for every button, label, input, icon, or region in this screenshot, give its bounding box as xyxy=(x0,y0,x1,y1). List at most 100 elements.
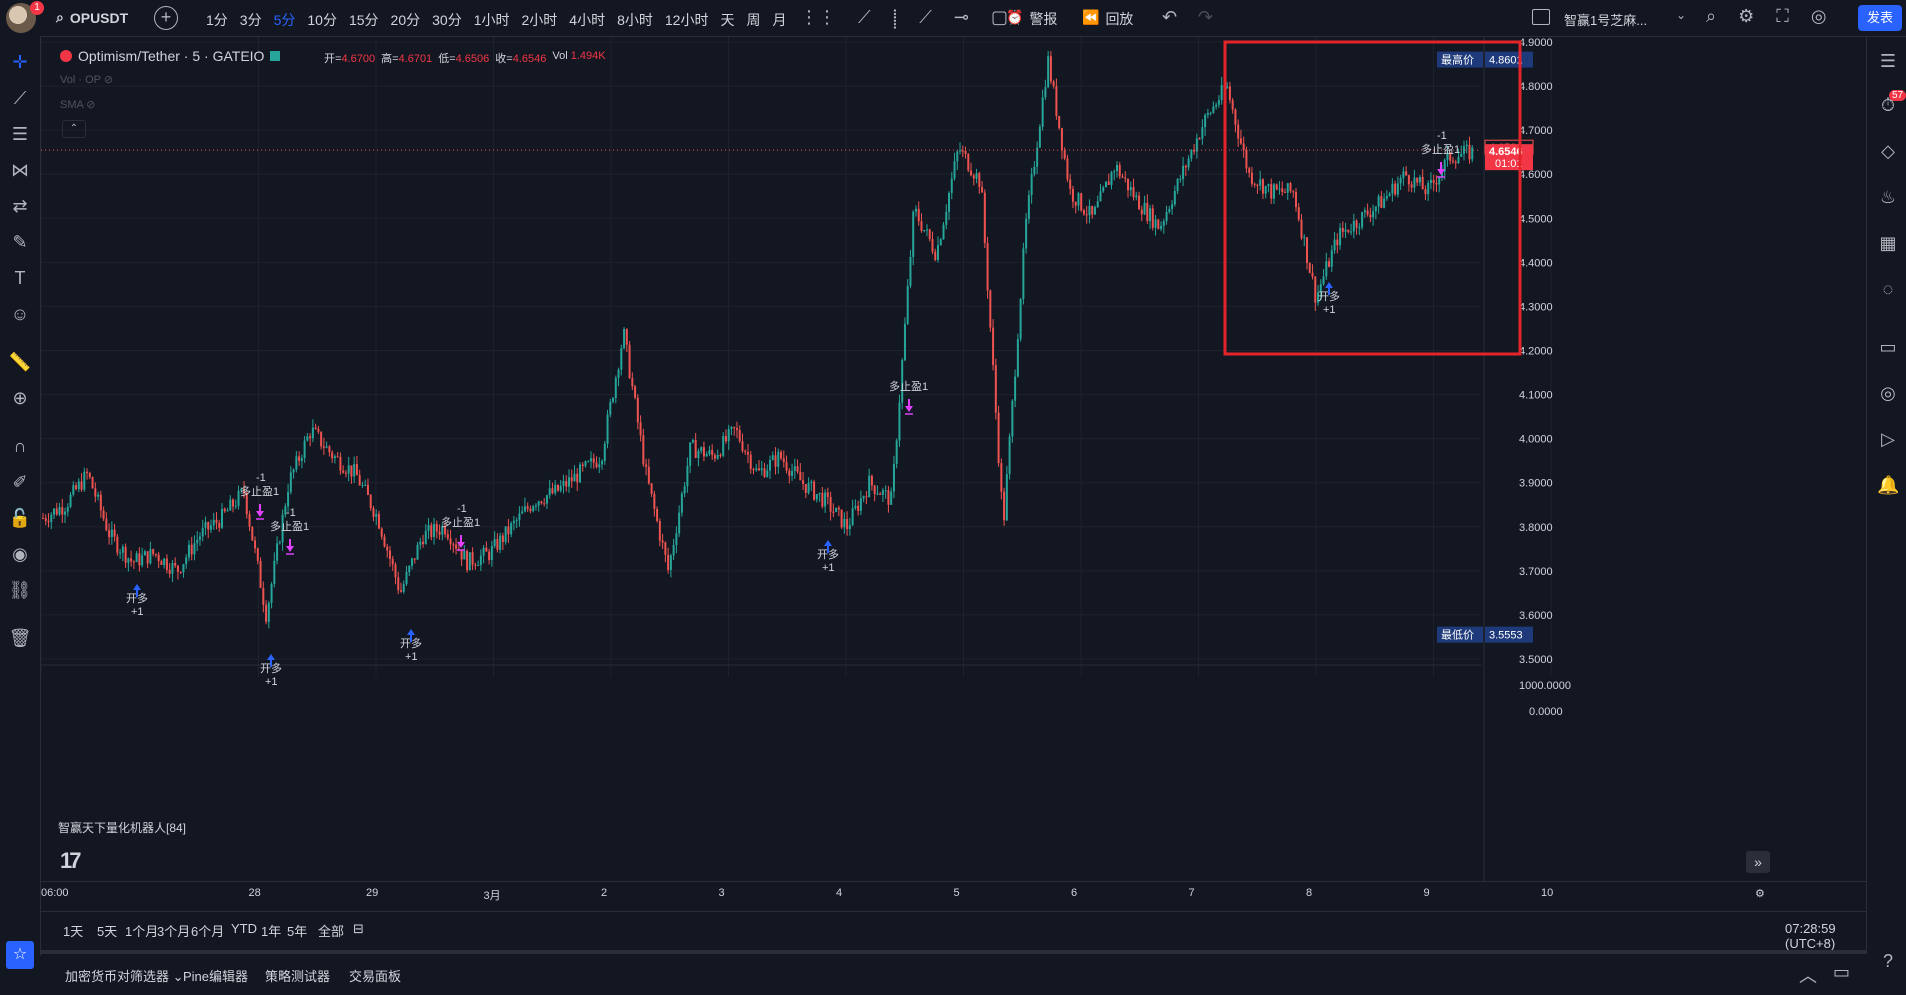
range-button-2[interactable]: 1个月 xyxy=(125,921,158,940)
trash-icon[interactable]: 🗑 xyxy=(8,626,32,650)
collapse-legend-button[interactable]: ⌃ xyxy=(62,120,86,138)
volume-indicator-label[interactable]: Vol · OP ⊘ xyxy=(60,73,113,86)
crosshair-icon[interactable]: ✛ xyxy=(8,50,32,74)
candle xyxy=(716,454,719,459)
chevron-down-icon[interactable]: ⌄ xyxy=(169,969,184,984)
interval-13[interactable]: 周 xyxy=(740,10,766,30)
trend-line-icon[interactable]: ⟋ xyxy=(919,7,932,31)
candle xyxy=(653,493,656,509)
layers-icon[interactable]: ◇ xyxy=(1877,140,1899,162)
candle xyxy=(110,529,113,538)
add-symbol-button[interactable]: + xyxy=(154,6,178,30)
interval-8[interactable]: 2小时 xyxy=(516,10,564,30)
alert-button[interactable]: ⏰ 警报 xyxy=(1006,9,1057,29)
notification-bell-icon[interactable]: 🔔 xyxy=(1877,474,1899,496)
cursor-line-icon[interactable]: ⸽ xyxy=(893,7,898,31)
trend-line-icon[interactable]: ⟋ xyxy=(8,86,32,110)
interval-4[interactable]: 15分 xyxy=(343,10,385,30)
pattern-icon[interactable]: ⋈ xyxy=(8,158,32,182)
calendar-icon[interactable]: ▦ xyxy=(1877,232,1899,254)
text-icon[interactable]: T xyxy=(8,266,32,290)
time-axis[interactable]: 06:00 28 29 3月 2 3 4 5 6 7 8 9 10 ⚙ xyxy=(41,881,1867,904)
candle xyxy=(573,473,576,482)
forecast-icon[interactable]: ⇄ xyxy=(8,194,32,218)
interval-10[interactable]: 8小时 xyxy=(611,10,659,30)
range-button-8[interactable]: 全部 xyxy=(318,921,344,940)
interval-0[interactable]: 1分 xyxy=(200,10,234,30)
eye-icon[interactable]: ◉ xyxy=(8,542,32,566)
watchlist-icon[interactable]: ☰ xyxy=(1877,50,1899,72)
date-range-bar: 07:28:59 (UTC+8) 1天 5天 1个月 3个月 6个月 YTD 1年 5年 全部 ⊟ xyxy=(41,911,1867,951)
chat-icon[interactable]: ▭ xyxy=(1877,336,1899,358)
bottom-tab-3[interactable]: 交易面板 xyxy=(349,966,401,985)
interval-6[interactable]: 30分 xyxy=(426,10,468,30)
favorites-star-icon[interactable]: ☆ xyxy=(6,941,34,969)
candle xyxy=(154,553,157,555)
zoom-in-icon[interactable]: ⊕ xyxy=(8,386,32,410)
bottom-tab-2[interactable]: 策略测试器 xyxy=(265,966,330,985)
emoji-icon[interactable]: ☺ xyxy=(8,302,32,326)
range-button-3[interactable]: 3个月 xyxy=(157,921,190,940)
undo-icon[interactable]: ↶ xyxy=(1162,7,1177,28)
bottom-tab-1[interactable]: Pine编辑器 xyxy=(183,966,248,985)
fullscreen-icon[interactable]: ⛶ xyxy=(1776,6,1789,27)
streams-icon[interactable]: ◎ xyxy=(1877,382,1899,404)
chevron-up-icon[interactable]: ︿ xyxy=(1799,962,1817,988)
interval-7[interactable]: 1小时 xyxy=(468,10,516,30)
scroll-to-latest-button[interactable]: » xyxy=(1746,851,1770,873)
drag-handle-icon[interactable]: ⋮⋮ xyxy=(800,7,836,31)
link-icon[interactable]: ⛓ xyxy=(8,578,32,602)
brush-icon[interactable]: ✎ xyxy=(8,230,32,254)
indicator-line-icon[interactable]: ⟋ xyxy=(858,7,871,31)
range-button-5[interactable]: YTD xyxy=(231,921,257,936)
range-button-0[interactable]: 1天 xyxy=(63,921,83,940)
maximize-icon[interactable]: ▭ xyxy=(1833,962,1850,983)
settings-icon[interactable]: ⚙ xyxy=(1738,6,1754,27)
lock-icon[interactable]: 🔓 xyxy=(8,506,32,530)
candle xyxy=(1363,210,1366,213)
range-button-7[interactable]: 5年 xyxy=(287,921,307,940)
candle xyxy=(413,558,416,560)
candle xyxy=(287,492,290,507)
sma-indicator-label[interactable]: SMA ⊘ xyxy=(60,98,96,111)
ideas-bulb-icon[interactable]: ◌ xyxy=(1877,278,1899,300)
interval-3[interactable]: 10分 xyxy=(301,10,343,30)
candle xyxy=(986,243,989,291)
go-to-date-icon[interactable]: ⊟ xyxy=(353,921,364,937)
candle xyxy=(1427,183,1430,195)
magnet-icon[interactable]: ∩ xyxy=(8,434,32,458)
interval-2[interactable]: 5分 xyxy=(268,10,302,30)
layout-icon[interactable] xyxy=(1532,9,1550,25)
hotlist-fire-icon[interactable]: ♨ xyxy=(1877,186,1899,208)
lock-drawing-icon[interactable]: ✐ xyxy=(8,470,32,494)
interval-9[interactable]: 4小时 xyxy=(563,10,611,30)
quick-search-icon[interactable]: ⌕ xyxy=(1706,6,1716,27)
chevron-down-icon[interactable]: ⌄ xyxy=(1676,8,1686,22)
camera-icon[interactable]: ◎ xyxy=(1811,6,1827,27)
candlestick-chart[interactable]: 4.9000 4.8000 4.7000 4.6000 4.5000 4.4000 4.30… xyxy=(41,37,1865,944)
fib-icon[interactable]: ☰ xyxy=(8,122,32,146)
help-icon[interactable]: ? xyxy=(1877,950,1899,972)
bottom-tab-0[interactable]: 加密货币对筛选器 ⌄ xyxy=(65,966,184,985)
symbol-search[interactable]: ⌕ OPUSDT xyxy=(56,9,128,26)
strategy-name[interactable]: 智赢天下量化机器人[84] xyxy=(58,819,186,836)
interval-11[interactable]: 12小时 xyxy=(659,10,715,30)
chart-legend[interactable]: Optimism/Tether · 5 · GATEIO xyxy=(60,48,281,64)
interval-12[interactable]: 天 xyxy=(714,10,740,30)
publish-button[interactable]: 发表 xyxy=(1858,5,1902,31)
chart-canvas[interactable]: 4.9000 4.8000 4.7000 4.6000 4.5000 4.4000 4.30… xyxy=(41,37,1865,944)
layout-name[interactable]: 智赢1号芝麻... xyxy=(1564,10,1647,29)
horizontal-ray-icon[interactable]: ⊸ xyxy=(954,7,969,31)
clock[interactable]: 07:28:59 (UTC+8) xyxy=(1785,921,1867,951)
replay-button[interactable]: ⏪ 回放 xyxy=(1082,9,1133,29)
redo-icon[interactable]: ↷ xyxy=(1198,7,1213,28)
time-axis-settings-icon[interactable]: ⚙ xyxy=(1755,887,1765,900)
ruler-icon[interactable]: 📏 xyxy=(8,350,32,374)
range-button-1[interactable]: 5天 xyxy=(97,921,117,940)
range-button-6[interactable]: 1年 xyxy=(261,921,281,940)
range-button-4[interactable]: 6个月 xyxy=(191,921,224,940)
interval-5[interactable]: 20分 xyxy=(385,10,427,30)
interval-1[interactable]: 3分 xyxy=(234,10,268,30)
interval-14[interactable]: 月 xyxy=(766,10,792,30)
play-icon[interactable]: ▷ xyxy=(1877,428,1899,450)
